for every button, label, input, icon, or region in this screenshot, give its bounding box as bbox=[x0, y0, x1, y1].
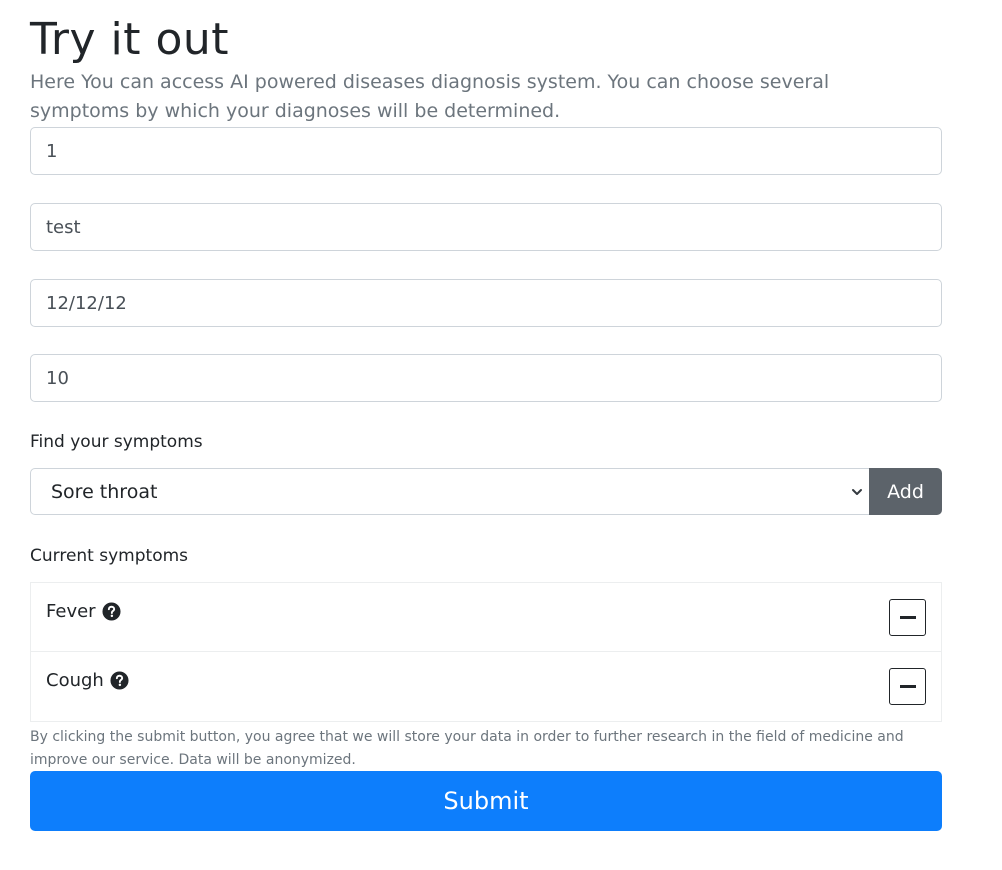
symptom-picker: Sore throat Add bbox=[30, 468, 942, 515]
symptom-select[interactable]: Sore throat bbox=[30, 468, 870, 515]
input-field-4[interactable] bbox=[30, 354, 942, 402]
symptom-item: Cough bbox=[46, 670, 129, 691]
add-button[interactable]: Add bbox=[869, 468, 942, 515]
submit-button[interactable]: Submit bbox=[30, 771, 942, 831]
current-symptoms-list: Fever Cough bbox=[30, 582, 942, 722]
chevron-down-icon bbox=[852, 489, 862, 495]
consent-text: By clicking the submit button, you agree… bbox=[30, 729, 904, 768]
intro-text: Here You can access AI powered diseases … bbox=[30, 71, 830, 122]
remove-symptom-button[interactable] bbox=[889, 668, 926, 705]
minus-icon bbox=[899, 685, 916, 688]
remove-symptom-button[interactable] bbox=[889, 599, 926, 636]
current-symptoms-label: Current symptoms bbox=[30, 546, 189, 566]
find-symptoms-label: Find your symptoms bbox=[30, 432, 203, 452]
question-circle-icon[interactable] bbox=[102, 602, 121, 621]
list-item: Fever bbox=[31, 583, 941, 652]
page-title: Try it out bbox=[30, 14, 230, 65]
input-field-1[interactable] bbox=[30, 127, 942, 175]
symptom-label: Fever bbox=[46, 601, 96, 622]
question-circle-icon[interactable] bbox=[110, 671, 129, 690]
symptom-select-value: Sore throat bbox=[51, 480, 158, 503]
minus-icon bbox=[899, 616, 916, 619]
date-field[interactable] bbox=[30, 279, 942, 327]
symptom-label: Cough bbox=[46, 670, 104, 691]
symptom-item: Fever bbox=[46, 601, 121, 622]
input-field-2[interactable] bbox=[30, 203, 942, 251]
list-item: Cough bbox=[31, 652, 941, 721]
